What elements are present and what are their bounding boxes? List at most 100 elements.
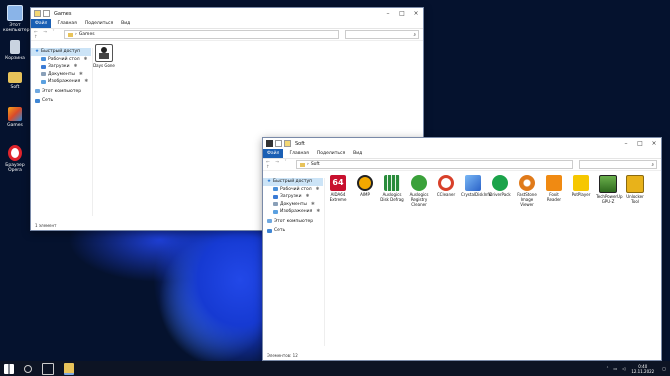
desktop-icon-soft[interactable]: Soft (3, 72, 27, 90)
chevron-up-icon[interactable]: ˄ (606, 366, 608, 371)
search-icon[interactable] (24, 364, 32, 373)
file-label: CrystalDiskInfo (461, 192, 492, 197)
window-title: Soft (295, 140, 305, 147)
address-bar[interactable]: › Games (64, 30, 339, 39)
clock-date: 12.11.2022 (631, 368, 655, 374)
file-item-aida64[interactable]: 64 AIDA64 Extreme (326, 175, 350, 202)
tab-home[interactable]: Главная (57, 21, 76, 26)
driverpack-icon (492, 175, 508, 191)
nav-this-pc[interactable]: Этот компьютер (263, 218, 323, 226)
pin-icon: ✱ (83, 56, 88, 62)
close-icon[interactable]: × (647, 140, 661, 147)
nav-label: Быстрый доступ (273, 179, 313, 185)
maximize-icon[interactable]: □ (633, 140, 647, 147)
title-bar: Soft – □ × (263, 138, 661, 149)
breadcrumb-arrow: › (75, 32, 77, 37)
pane-divider[interactable] (92, 48, 93, 216)
nav-label: Загрузки (280, 194, 302, 200)
file-item-faststone[interactable]: FastStone Image Viewer (515, 175, 539, 207)
file-item-days-gone[interactable]: Days Gone (92, 44, 116, 68)
navigation-arrows[interactable]: ← → ˅ ↑ (263, 160, 296, 170)
quick-access-toolbar-icon[interactable] (266, 140, 273, 147)
pin-icon: ✱ (315, 186, 320, 192)
breadcrumb-arrow: › (307, 162, 309, 167)
close-icon[interactable]: × (409, 10, 423, 17)
documents-icon (41, 72, 46, 77)
computer-icon (267, 219, 272, 224)
quick-access-toolbar-icon[interactable] (275, 140, 282, 147)
nav-network[interactable]: Сеть (31, 97, 91, 105)
windows-start-icon[interactable] (4, 363, 14, 374)
desktop-icon-label: Soft (10, 85, 20, 90)
network-icon[interactable]: ▭ (613, 366, 617, 371)
file-item-crystaldiskinfo[interactable]: CrystalDiskInfo (461, 175, 491, 197)
file-item-foxit[interactable]: Foxit Reader (542, 175, 566, 202)
search-input[interactable]: ⌕ (345, 30, 419, 39)
aida64-icon: 64 (330, 175, 346, 191)
file-item-driverpack[interactable]: DriverPack (488, 175, 512, 197)
notifications-icon[interactable]: ▢ (662, 366, 666, 371)
file-item-auslogics-defrag[interactable]: Auslogics Disk Defrag (380, 175, 404, 202)
file-item-potplayer[interactable]: PotPlayer (569, 175, 593, 197)
nav-label: Документы (48, 71, 75, 77)
file-item-unlocker[interactable]: Unlocker Tool (623, 175, 647, 204)
desktop-icon-label: Браузер Opera (5, 163, 25, 173)
navigation-pane: ★ Быстрый доступ Рабочий стол ✱ Загрузки… (31, 48, 91, 105)
search-icon: ⌕ (651, 162, 654, 168)
games-icon (8, 107, 22, 121)
taskbar: ˄ ▭ ◁ 0:40 12.11.2022 ▢ (0, 361, 670, 376)
nav-this-pc[interactable]: Этот компьютер (31, 88, 91, 96)
nav-label: Рабочий стол (280, 186, 312, 192)
nav-label: Изображения (280, 209, 313, 215)
tab-home[interactable]: Главная (289, 151, 308, 156)
navigation-arrows[interactable]: ← → ˅ ↑ (31, 30, 64, 40)
nav-network[interactable]: Сеть (263, 227, 323, 235)
file-label: CCleaner (436, 192, 456, 197)
nav-item-documents[interactable]: Документы ✱ (263, 201, 323, 209)
nav-item-desktop[interactable]: Рабочий стол ✱ (263, 186, 323, 194)
nav-item-desktop[interactable]: Рабочий стол ✱ (31, 56, 91, 64)
nav-item-downloads[interactable]: Загрузки ✱ (263, 193, 323, 201)
address-bar[interactable]: › Soft (296, 160, 573, 169)
pin-icon: ✱ (316, 209, 321, 215)
maximize-icon[interactable]: □ (395, 10, 409, 17)
foxit-icon (546, 175, 562, 191)
file-item-gpuz[interactable]: TechPowerUp GPU-Z (596, 175, 623, 204)
desktop-icon-recycle-bin[interactable]: Корзина (3, 40, 27, 61)
file-item-aimp[interactable]: AIMP (353, 175, 377, 197)
tab-view[interactable]: Вид (353, 151, 362, 156)
file-label: AIMP (360, 192, 370, 197)
desktop-icon-this-pc[interactable]: Этот компьютер (3, 5, 30, 33)
tab-share[interactable]: Поделиться (317, 151, 345, 156)
tab-share[interactable]: Поделиться (85, 21, 113, 26)
volume-icon[interactable]: ◁ (622, 366, 625, 371)
nav-quick-access[interactable]: ★ Быстрый доступ (263, 178, 323, 186)
potplayer-icon (573, 175, 589, 191)
folder-icon (8, 72, 22, 83)
nav-item-downloads[interactable]: Загрузки ✱ (31, 63, 91, 71)
file-tab[interactable]: Файл (31, 19, 52, 28)
task-view-icon[interactable] (42, 362, 54, 375)
file-label: Unlocker Tool (626, 194, 644, 204)
computer-icon (7, 5, 23, 21)
file-label: Auslogics Registry Cleaner (409, 192, 429, 207)
unlocker-icon (626, 175, 644, 193)
clock[interactable]: 0:40 12.11.2022 (631, 364, 654, 374)
file-item-auslogics-registry[interactable]: Auslogics Registry Cleaner (407, 175, 431, 207)
quick-access-toolbar-icon[interactable] (43, 10, 50, 17)
nav-item-pictures[interactable]: Изображения ✱ (31, 78, 91, 86)
minimize-icon[interactable]: – (619, 140, 633, 147)
nav-quick-access[interactable]: ★ Быстрый доступ (31, 48, 91, 56)
nav-item-documents[interactable]: Документы ✱ (31, 71, 91, 79)
file-tab[interactable]: Файл (263, 149, 284, 158)
desktop-icon-opera[interactable]: Браузер Opera (3, 145, 27, 173)
file-explorer-icon[interactable] (64, 362, 74, 375)
search-input[interactable]: ⌕ (579, 160, 657, 169)
minimize-icon[interactable]: – (381, 10, 395, 17)
tab-view[interactable]: Вид (121, 21, 130, 26)
file-item-ccleaner[interactable]: CCleaner (434, 175, 458, 197)
desktop-icon-games[interactable]: Games (3, 107, 27, 128)
nav-label: Рабочий стол (48, 56, 80, 62)
pane-divider[interactable] (324, 178, 325, 346)
nav-item-pictures[interactable]: Изображения ✱ (263, 208, 323, 216)
